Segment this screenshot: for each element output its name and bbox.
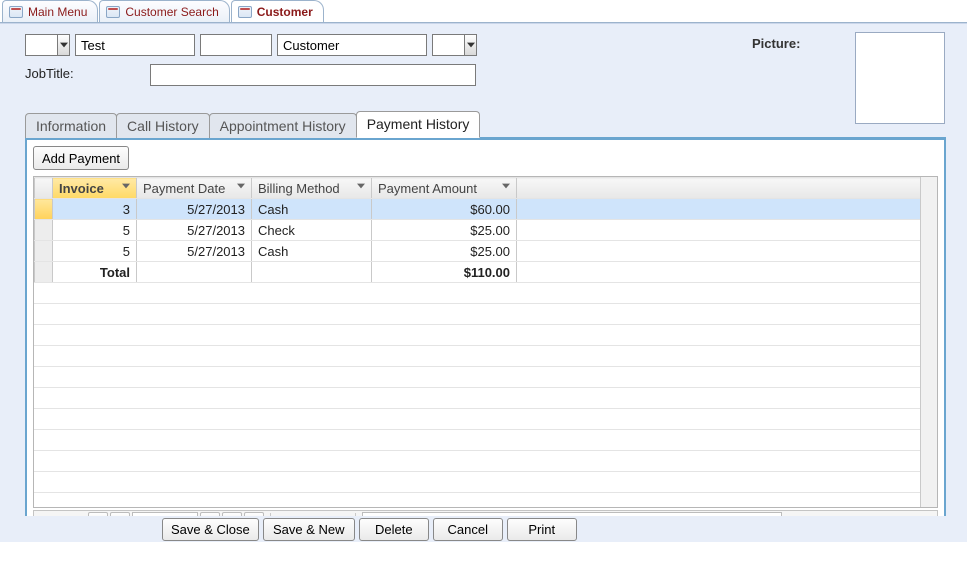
- col-label: Invoice: [59, 181, 104, 196]
- tab-information[interactable]: Information: [25, 113, 117, 139]
- dropdown-icon[interactable]: [57, 35, 69, 55]
- first-name-field[interactable]: [75, 34, 195, 56]
- customer-form: Picture: JobTitle: Information Call Hist…: [0, 23, 967, 542]
- add-payment-button[interactable]: Add Payment: [33, 146, 129, 170]
- table-row[interactable]: 3 5/27/2013 Cash $60.00: [35, 199, 937, 220]
- cell-blank: [517, 220, 937, 241]
- tab-main-menu[interactable]: Main Menu: [2, 0, 98, 22]
- cell-payment-date[interactable]: 5/27/2013: [137, 199, 252, 220]
- picture-label: Picture:: [752, 36, 800, 51]
- select-all-corner[interactable]: [35, 178, 53, 199]
- tab-label: Main Menu: [28, 5, 87, 19]
- table-row[interactable]: 5 5/27/2013 Cash $25.00: [35, 241, 937, 262]
- col-header-payment-amount[interactable]: Payment Amount: [372, 178, 517, 199]
- total-label: Total: [53, 262, 137, 283]
- cancel-button[interactable]: Cancel: [433, 518, 503, 541]
- tab-label: Call History: [127, 118, 199, 134]
- tab-payment-history[interactable]: Payment History: [356, 111, 481, 138]
- middle-name-input[interactable]: [201, 35, 271, 55]
- cell-blank: [517, 241, 937, 262]
- cell-billing-method[interactable]: Cash: [252, 241, 372, 262]
- form-icon: [106, 6, 120, 18]
- vertical-scrollbar[interactable]: [920, 177, 937, 507]
- cell-invoice[interactable]: 3: [53, 199, 137, 220]
- chevron-down-icon[interactable]: [502, 183, 512, 193]
- chevron-down-icon[interactable]: [357, 183, 367, 193]
- tab-customer-search[interactable]: Customer Search: [99, 0, 229, 22]
- chevron-down-icon[interactable]: [237, 183, 247, 193]
- row-selector[interactable]: [35, 220, 53, 241]
- cell-invoice[interactable]: 5: [53, 241, 137, 262]
- col-label: Payment Date: [143, 181, 225, 196]
- col-label: Payment Amount: [378, 181, 477, 196]
- jobtitle-input[interactable]: [151, 65, 475, 85]
- jobtitle-field[interactable]: [150, 64, 476, 86]
- payment-history-page: Add Payment Invoice: [25, 138, 946, 540]
- row-selector: [35, 262, 53, 283]
- save-new-button[interactable]: Save & New: [263, 518, 355, 541]
- total-amount: $110.00: [372, 262, 517, 283]
- prefix-combo[interactable]: [25, 34, 70, 56]
- name-fields-row: [25, 34, 477, 56]
- form-action-buttons: Save & Close Save & New Delete Cancel Pr…: [0, 516, 967, 542]
- payments-datasheet: Invoice Payment Date: [33, 176, 938, 508]
- form-icon: [238, 6, 252, 18]
- tab-appointment-history[interactable]: Appointment History: [209, 113, 357, 139]
- cell-payment-amount[interactable]: $25.00: [372, 241, 517, 262]
- cell-blank: [517, 199, 937, 220]
- tab-label: Information: [36, 118, 106, 134]
- cell-payment-date[interactable]: 5/27/2013: [137, 220, 252, 241]
- detail-tabs-bar: Information Call History Appointment His…: [25, 112, 946, 138]
- print-button[interactable]: Print: [507, 518, 577, 541]
- form-icon: [9, 6, 23, 18]
- cell-blank: [517, 262, 937, 283]
- row-selector[interactable]: [35, 199, 53, 220]
- tab-label: Payment History: [367, 116, 470, 132]
- cell-billing-method[interactable]: Cash: [252, 199, 372, 220]
- tab-label: Customer: [257, 5, 313, 19]
- tab-customer[interactable]: Customer: [231, 0, 324, 22]
- first-name-input[interactable]: [76, 35, 194, 55]
- cell-billing-method[interactable]: Check: [252, 220, 372, 241]
- suffix-combo[interactable]: [432, 34, 477, 56]
- payments-table: Invoice Payment Date: [34, 177, 937, 283]
- document-tabs: Main Menu Customer Search Customer: [0, 0, 967, 23]
- chevron-down-icon[interactable]: [122, 183, 132, 193]
- cell-payment-amount[interactable]: $60.00: [372, 199, 517, 220]
- save-close-button[interactable]: Save & Close: [162, 518, 259, 541]
- last-name-field[interactable]: [277, 34, 427, 56]
- cell-invoice[interactable]: 5: [53, 220, 137, 241]
- col-label: Billing Method: [258, 181, 340, 196]
- cell-payment-amount[interactable]: $25.00: [372, 220, 517, 241]
- dropdown-icon[interactable]: [464, 35, 476, 55]
- table-row[interactable]: 5 5/27/2013 Check $25.00: [35, 220, 937, 241]
- table-total-row: Total $110.00: [35, 262, 937, 283]
- jobtitle-label: JobTitle:: [25, 66, 74, 81]
- col-header-billing-method[interactable]: Billing Method: [252, 178, 372, 199]
- cell-payment-date[interactable]: 5/27/2013: [137, 241, 252, 262]
- cell-blank: [252, 262, 372, 283]
- tab-call-history[interactable]: Call History: [116, 113, 210, 139]
- last-name-input[interactable]: [278, 35, 426, 55]
- suffix-input[interactable]: [433, 35, 464, 55]
- picture-box[interactable]: [855, 32, 945, 124]
- delete-button[interactable]: Delete: [359, 518, 429, 541]
- detail-tab-control: Information Call History Appointment His…: [25, 112, 946, 540]
- col-header-blank: [517, 178, 937, 199]
- tab-label: Customer Search: [125, 5, 218, 19]
- tab-label: Appointment History: [220, 118, 346, 134]
- col-header-invoice[interactable]: Invoice: [53, 178, 137, 199]
- middle-name-field[interactable]: [200, 34, 272, 56]
- prefix-input[interactable]: [26, 35, 57, 55]
- row-selector[interactable]: [35, 241, 53, 262]
- table-header-row: Invoice Payment Date: [35, 178, 937, 199]
- cell-blank: [137, 262, 252, 283]
- col-header-payment-date[interactable]: Payment Date: [137, 178, 252, 199]
